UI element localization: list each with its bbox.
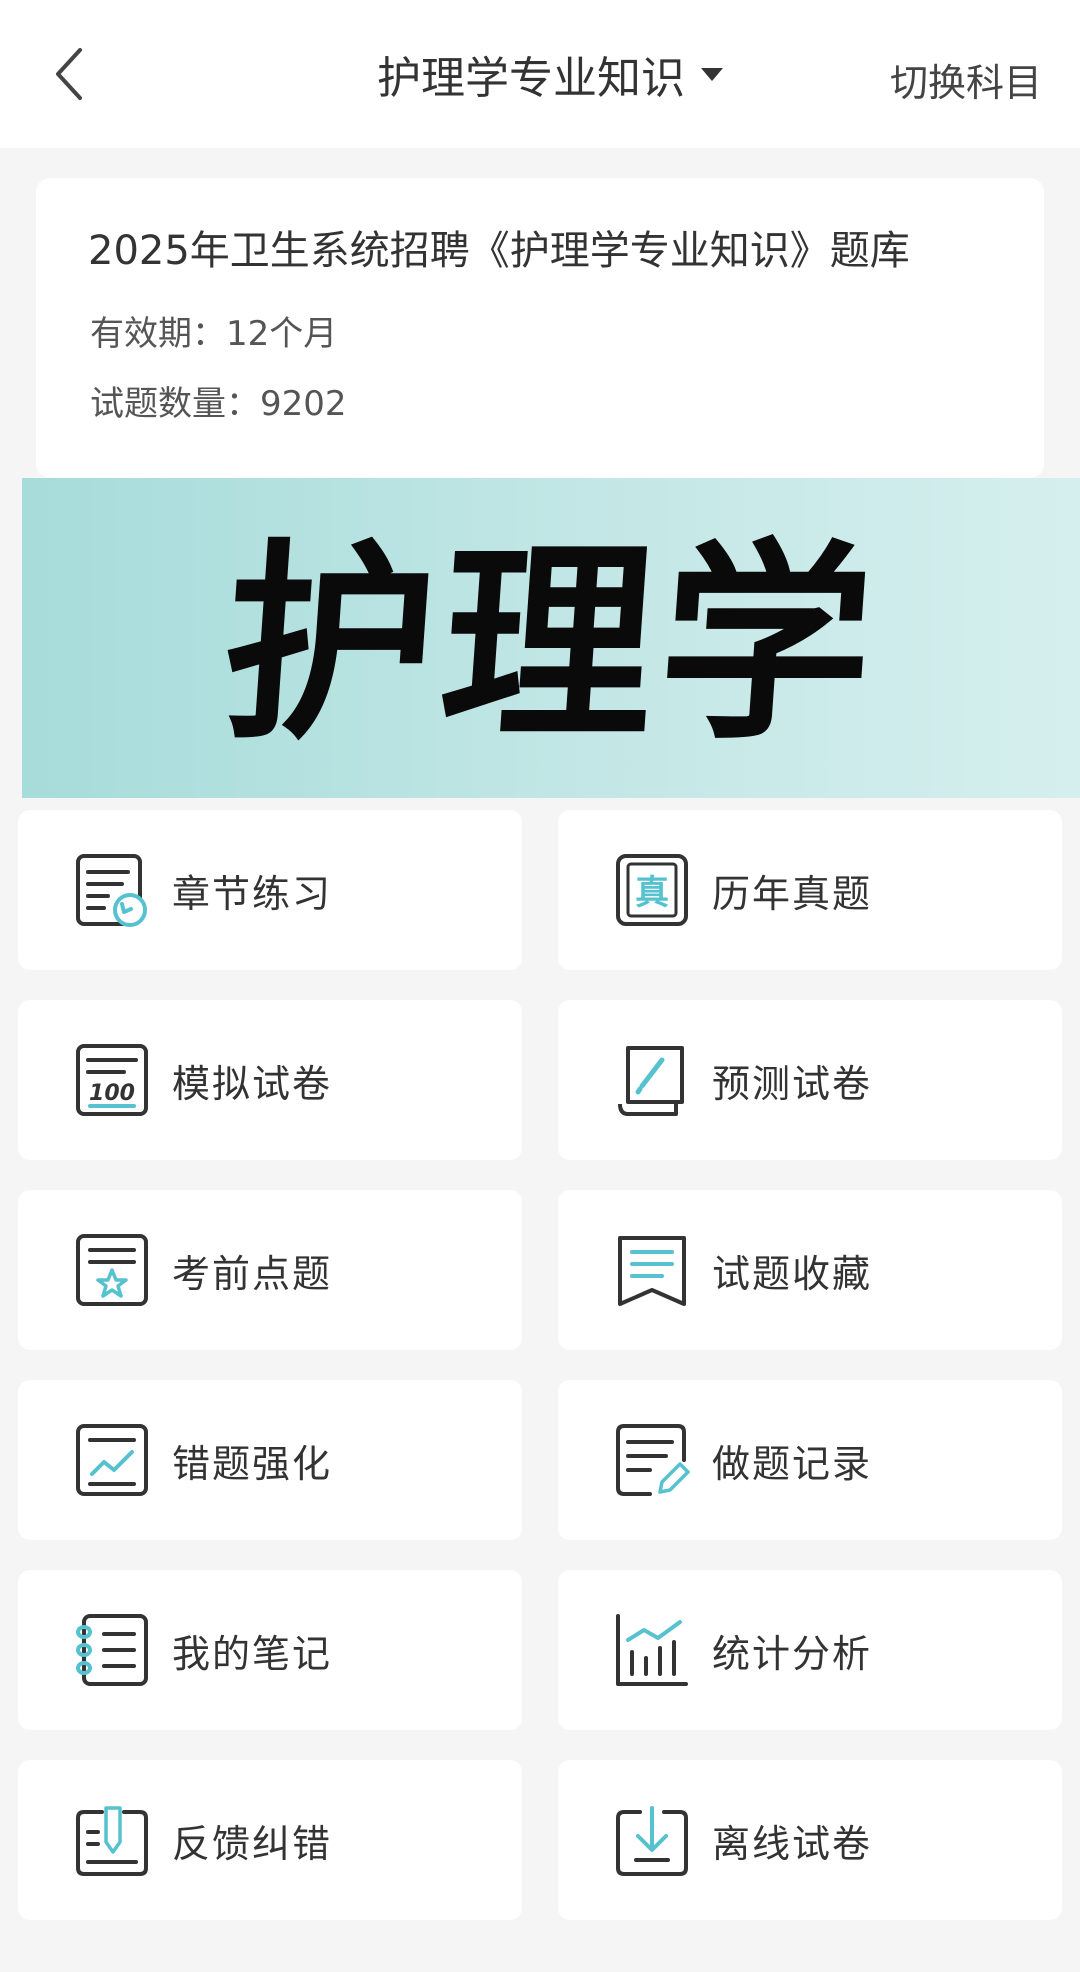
menu-key-points[interactable]: 考前点题 bbox=[18, 1190, 522, 1350]
download-icon bbox=[614, 1802, 690, 1878]
menu-notes[interactable]: 我的笔记 bbox=[18, 1570, 522, 1730]
caret-down-icon bbox=[701, 67, 723, 81]
chevron-left-icon bbox=[56, 48, 82, 100]
menu-label: 做题记录 bbox=[712, 1441, 873, 1486]
wrong-questions-icon bbox=[74, 1422, 150, 1498]
record-icon bbox=[614, 1422, 690, 1498]
menu-label: 考前点题 bbox=[172, 1251, 333, 1296]
past-exams-icon: 真 bbox=[614, 852, 690, 928]
validity-period: 有效期：12个月 bbox=[90, 314, 338, 354]
menu-record[interactable]: 做题记录 bbox=[558, 1380, 1062, 1540]
menu-label: 试题收藏 bbox=[712, 1251, 873, 1296]
menu-statistics[interactable]: 统计分析 bbox=[558, 1570, 1062, 1730]
question-bank-info-card: 2025年卫生系统招聘《护理学专业知识》题库 有效期：12个月 试题数量：920… bbox=[36, 178, 1044, 478]
prediction-exam-icon bbox=[614, 1042, 690, 1118]
switch-subject-button[interactable]: 切换科目 bbox=[890, 52, 1042, 107]
menu-past-exams[interactable]: 真 历年真题 bbox=[558, 810, 1062, 970]
page-title: 护理学专业知识 bbox=[377, 53, 685, 104]
question-bank-title: 2025年卫生系统招聘《护理学专业知识》题库 bbox=[88, 228, 910, 274]
menu-label: 历年真题 bbox=[712, 871, 873, 916]
subject-title-dropdown[interactable]: 护理学专业知识 bbox=[377, 42, 723, 106]
menu-wrong-questions[interactable]: 错题强化 bbox=[18, 1380, 522, 1540]
menu-label: 反馈纠错 bbox=[172, 1821, 333, 1866]
svg-text:100: 100 bbox=[89, 1081, 135, 1106]
menu-label: 错题强化 bbox=[172, 1441, 333, 1486]
back-button[interactable] bbox=[40, 44, 100, 104]
menu-label: 离线试卷 bbox=[712, 1821, 873, 1866]
mock-exam-icon: 100 bbox=[74, 1042, 150, 1118]
menu-prediction-exam[interactable]: 预测试卷 bbox=[558, 1000, 1062, 1160]
notes-icon bbox=[74, 1612, 150, 1688]
menu-bookmark[interactable]: 试题收藏 bbox=[558, 1190, 1062, 1350]
subject-banner: 护理学 bbox=[22, 478, 1080, 798]
feedback-icon bbox=[74, 1802, 150, 1878]
bookmark-icon bbox=[614, 1232, 690, 1308]
statistics-icon bbox=[614, 1612, 690, 1688]
top-nav-bar: 护理学专业知识 切换科目 bbox=[0, 0, 1080, 148]
chapter-practice-icon bbox=[74, 852, 150, 928]
menu-label: 我的笔记 bbox=[172, 1631, 333, 1676]
menu-label: 预测试卷 bbox=[712, 1061, 873, 1106]
svg-text:真: 真 bbox=[635, 873, 669, 913]
question-count: 试题数量：9202 bbox=[90, 384, 347, 424]
menu-chapter-practice[interactable]: 章节练习 bbox=[18, 810, 522, 970]
menu-offline-exam[interactable]: 离线试卷 bbox=[558, 1760, 1062, 1920]
menu-label: 统计分析 bbox=[712, 1631, 873, 1676]
menu-feedback[interactable]: 反馈纠错 bbox=[18, 1760, 522, 1920]
menu-label: 章节练习 bbox=[172, 871, 333, 916]
menu-label: 模拟试卷 bbox=[172, 1061, 333, 1106]
key-points-icon bbox=[74, 1232, 150, 1308]
menu-mock-exam[interactable]: 100 模拟试卷 bbox=[18, 1000, 522, 1160]
banner-text: 护理学 bbox=[215, 521, 887, 768]
